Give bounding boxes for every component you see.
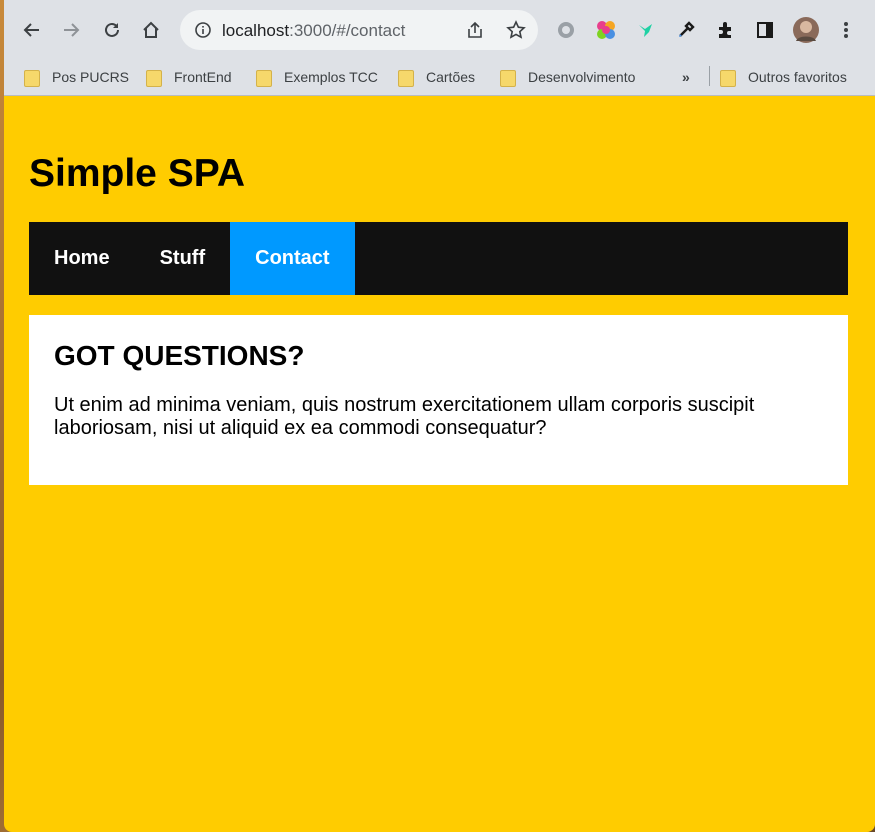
nav-link-home[interactable]: Home [29,222,135,295]
folder-icon [398,69,414,87]
nav-link-contact[interactable]: Contact [230,222,355,295]
home-icon[interactable] [135,14,167,46]
bookmark-item[interactable]: Exemplos TCC [256,64,378,90]
bookmarks-overflow-button[interactable]: » [682,64,690,90]
bookmark-item[interactable]: Desenvolvimento [500,64,635,90]
nav-link-stuff[interactable]: Stuff [135,222,231,295]
reload-icon[interactable] [96,14,128,46]
eyedropper-icon[interactable] [670,14,702,46]
share-icon[interactable] [465,21,485,44]
browser-window: localhost:3000/#/contact Pos PUCRS Front… [4,0,875,832]
extension-gear-icon[interactable] [550,14,582,46]
folder-icon [24,69,40,87]
content-text: Ut enim ad minima veniam, quis nostrum e… [54,394,755,439]
page-title: Simple SPA [29,152,246,195]
folder-icon [146,69,162,87]
menu-dots-icon[interactable] [830,14,862,46]
extensions-puzzle-icon[interactable] [710,14,742,46]
folder-icon [500,69,516,87]
forward-icon[interactable] [55,14,87,46]
url-text: localhost:3000/#/contact [222,21,406,40]
info-icon[interactable] [194,21,212,44]
main-nav: Home Stuff Contact [29,222,848,295]
folder-icon [720,69,736,87]
bookmark-item[interactable]: Pos PUCRS [24,64,129,90]
browser-toolbar: localhost:3000/#/contact [4,0,875,58]
content-heading: GOT QUESTIONS? [54,340,305,371]
side-panel-icon[interactable] [749,14,781,46]
bookmark-item[interactable]: FrontEnd [146,64,232,90]
content-panel: GOT QUESTIONS? Ut enim ad minima veniam,… [29,315,848,485]
profile-avatar[interactable] [790,14,822,46]
address-bar[interactable]: localhost:3000/#/contact [180,10,538,50]
bookmark-star-icon[interactable] [506,20,526,45]
bookmarks-divider [709,66,710,86]
folder-icon [256,69,272,87]
other-bookmarks-folder[interactable]: Outros favoritos [720,64,847,90]
extension-flower-icon[interactable] [590,14,622,46]
bookmark-item[interactable]: Cartões [398,64,475,90]
bookmarks-bar: Pos PUCRS FrontEnd Exemplos TCC Cartões … [4,58,875,96]
extension-bird-icon[interactable] [630,14,662,46]
back-icon[interactable] [16,14,48,46]
